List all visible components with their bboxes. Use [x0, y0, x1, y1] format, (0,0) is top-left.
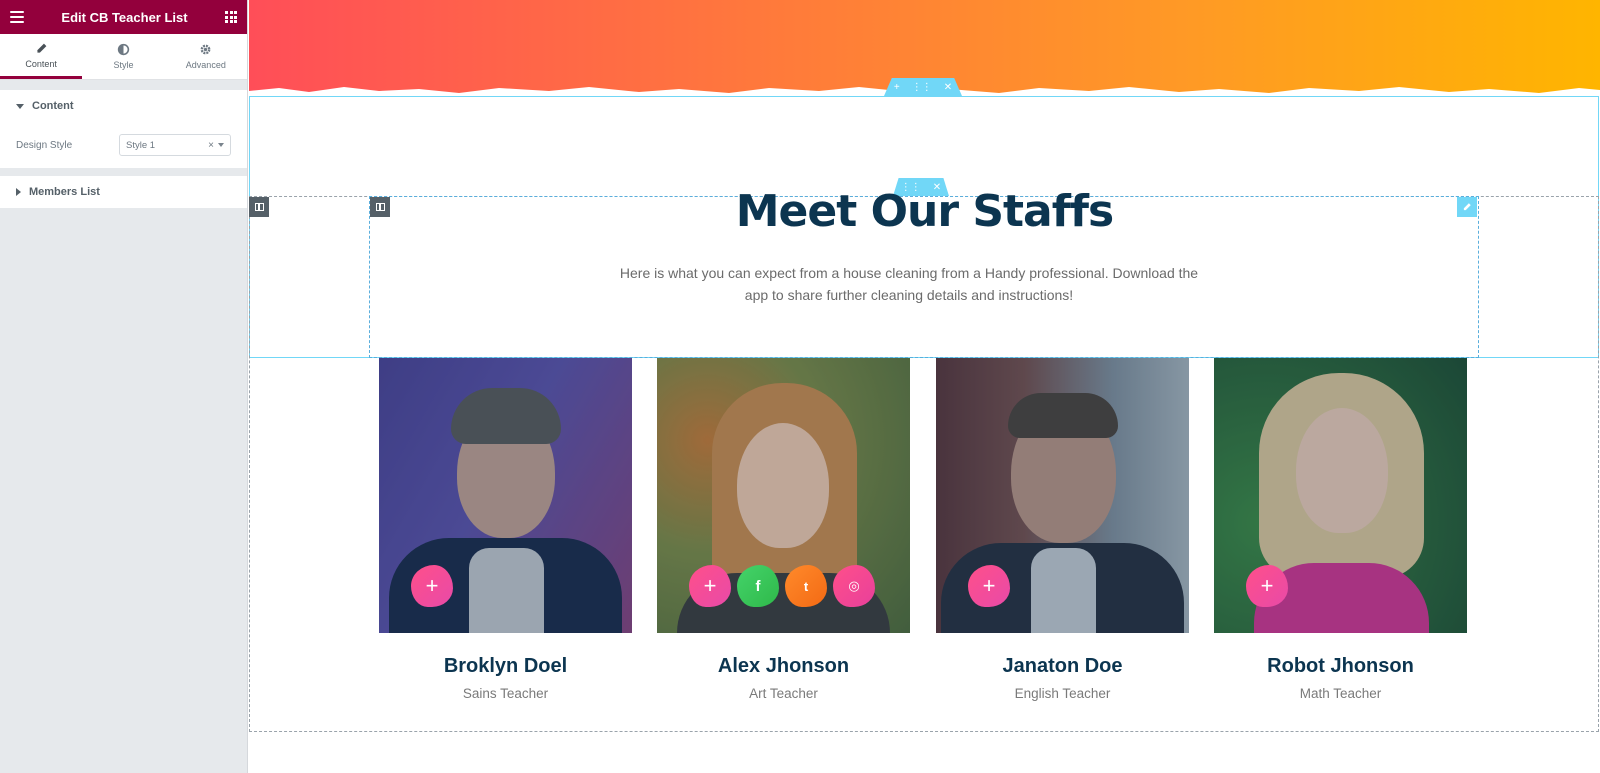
- member-photo: +: [379, 358, 632, 633]
- panel-header: Edit CB Teacher List: [0, 0, 247, 34]
- content-section-toggle[interactable]: Content: [0, 90, 247, 122]
- tab-style-label: Style: [113, 60, 134, 70]
- editor-panel: Edit CB Teacher List Content Style Advan…: [0, 0, 248, 773]
- design-style-value: Style 1: [126, 139, 156, 151]
- design-style-control: Design Style Style 1 ×: [0, 122, 247, 168]
- member-role: Art Teacher: [749, 686, 818, 701]
- tab-advanced[interactable]: Advanced: [165, 34, 247, 79]
- tab-advanced-label: Advanced: [185, 60, 226, 70]
- social-buttons: + f t ◎: [689, 565, 875, 607]
- member-role: English Teacher: [1014, 686, 1111, 701]
- members-section-toggle[interactable]: Members List: [0, 176, 247, 208]
- content-section-title: Content: [32, 100, 74, 112]
- facebook-icon[interactable]: f: [737, 565, 779, 607]
- half-circle-icon: [117, 43, 130, 56]
- member-photo: +: [936, 358, 1189, 633]
- member-photo: +: [1214, 358, 1467, 633]
- tab-content[interactable]: Content: [0, 34, 83, 79]
- instagram-icon[interactable]: ◎: [833, 565, 875, 607]
- close-icon[interactable]: ✕: [944, 82, 952, 93]
- member-name: Robot Jhonson: [1267, 655, 1414, 677]
- pencil-icon: [37, 43, 47, 53]
- panel-title: Edit CB Teacher List: [61, 9, 188, 25]
- design-style-select[interactable]: Style 1 ×: [119, 134, 231, 156]
- tab-style[interactable]: Style: [82, 34, 164, 79]
- clear-icon[interactable]: ×: [208, 140, 214, 151]
- social-buttons: +: [411, 565, 453, 607]
- tab-content-label: Content: [25, 58, 57, 69]
- social-buttons: +: [1246, 565, 1288, 607]
- caret-down-icon: [16, 103, 24, 109]
- design-style-label: Design Style: [16, 139, 73, 151]
- add-icon[interactable]: +: [894, 82, 900, 93]
- twitter-icon[interactable]: t: [785, 565, 827, 607]
- section-handle[interactable]: + ⋮⋮ ✕: [884, 78, 962, 96]
- member-name: Alex Jhonson: [717, 655, 850, 677]
- social-buttons: +: [968, 565, 1010, 607]
- chevron-down-icon: [218, 143, 224, 147]
- member-role: Sains Teacher: [462, 686, 549, 701]
- member-name: Janaton Doe: [1002, 655, 1123, 677]
- drag-icon[interactable]: ⋮⋮: [912, 82, 932, 93]
- caret-right-icon: [16, 188, 21, 196]
- member-card: + Janaton Doe English Teacher: [936, 358, 1189, 701]
- members-section-title: Members List: [29, 186, 100, 198]
- plus-icon[interactable]: +: [689, 565, 731, 607]
- section-heading: Meet Our Staffs: [735, 186, 1114, 237]
- panel-tabs: Content Style Advanced: [0, 34, 247, 80]
- member-photo: + f t ◎: [657, 358, 910, 633]
- member-role: Math Teacher: [1299, 686, 1382, 701]
- plus-icon[interactable]: +: [968, 565, 1010, 607]
- hamburger-icon[interactable]: [10, 11, 24, 23]
- preview-canvas: + ⋮⋮ ✕ ⋮⋮ ✕ Meet Our Staffs Here is what…: [249, 0, 1600, 773]
- member-card: + f t ◎ Alex Jhonson Art Teacher: [657, 358, 910, 701]
- plus-icon[interactable]: +: [1246, 565, 1288, 607]
- section-description: Here is what you can expect from a house…: [619, 265, 1199, 303]
- member-card: + Robot Jhonson Math Teacher: [1214, 358, 1467, 701]
- member-card: + Broklyn Doel Sains Teacher: [379, 358, 632, 701]
- plus-icon[interactable]: +: [411, 565, 453, 607]
- gear-icon: [200, 44, 211, 55]
- grid-icon[interactable]: [225, 11, 237, 23]
- member-name: Broklyn Doel: [443, 655, 568, 677]
